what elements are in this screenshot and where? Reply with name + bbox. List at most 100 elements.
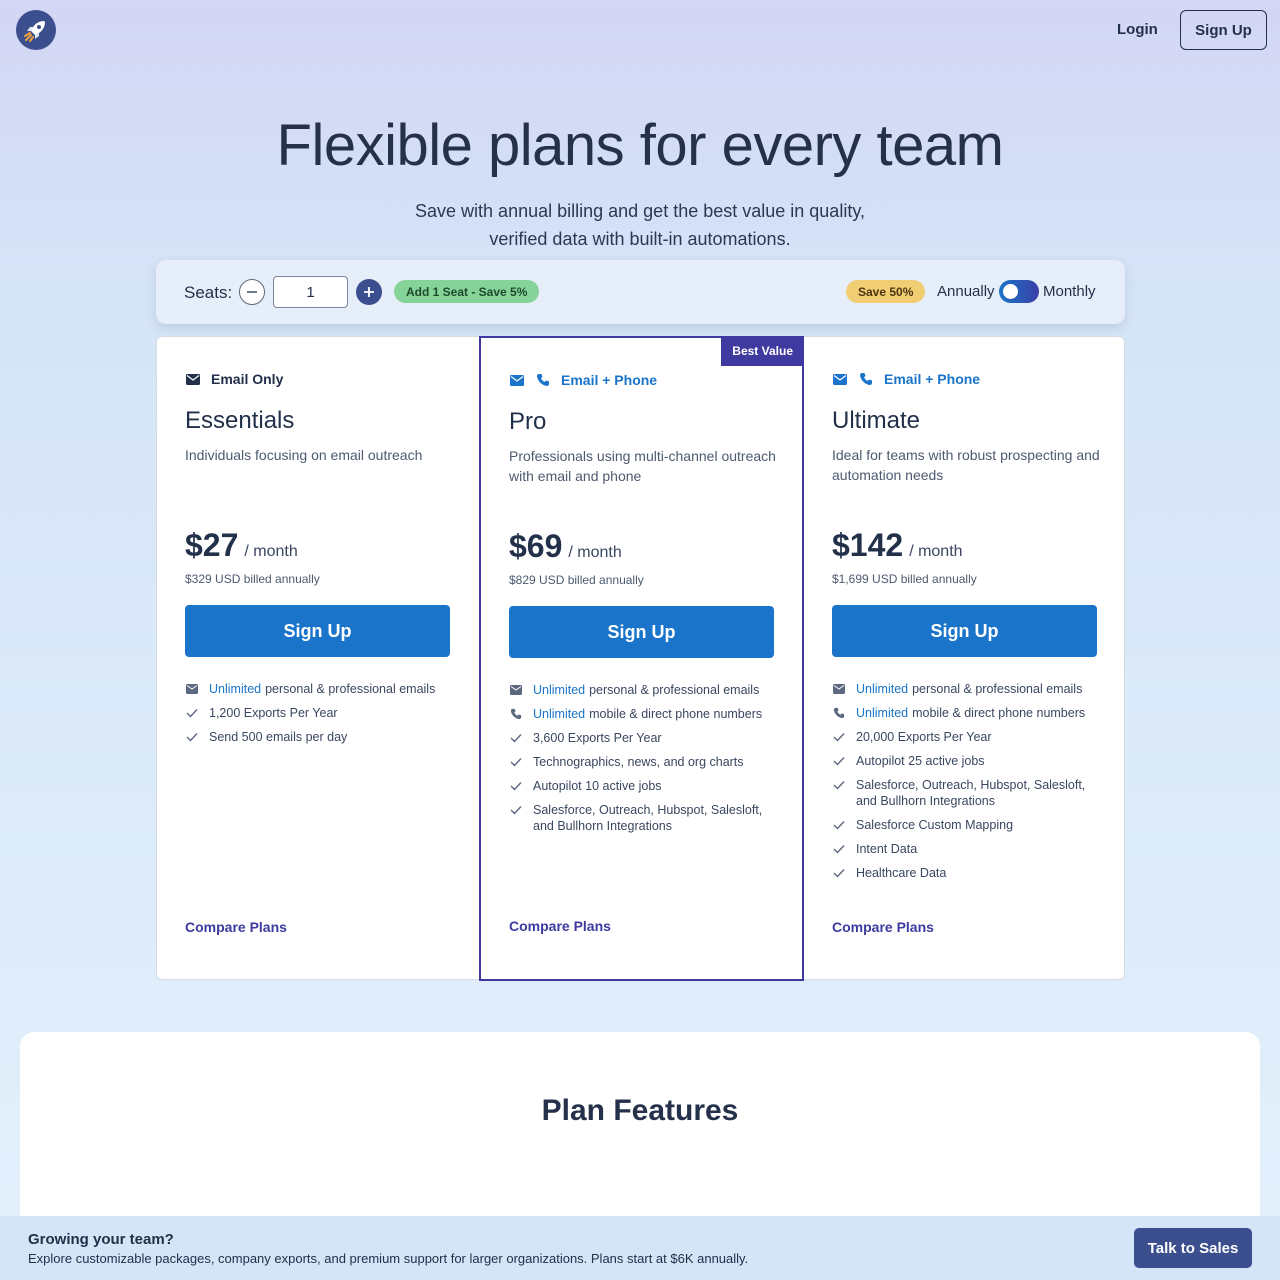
channel-text: Email Only	[211, 371, 284, 387]
price-row: $27 / month	[185, 527, 298, 564]
price: $69	[509, 528, 563, 564]
check-icon	[509, 754, 523, 770]
envelope-icon	[509, 682, 523, 698]
billed-annually: $329 USD billed annually	[185, 572, 320, 586]
feature-item: Healthcare Data	[832, 865, 1102, 881]
plan-name: Pro	[509, 408, 547, 435]
phone-icon	[509, 706, 523, 722]
compare-plans-link[interactable]: Compare Plans	[509, 918, 611, 934]
billing-toggle[interactable]	[999, 280, 1039, 303]
envelope-icon	[185, 371, 201, 387]
feature-text: Intent Data	[856, 842, 918, 856]
envelope-icon	[509, 372, 525, 388]
header-signup-button[interactable]: Sign Up	[1180, 10, 1267, 50]
add-seat-badge[interactable]: Add 1 Seat - Save 5%	[394, 280, 540, 303]
phone-icon	[535, 372, 551, 388]
pro-signup-button[interactable]: Sign Up	[509, 606, 774, 658]
plan-card-essentials: Email Only Essentials Individuals focusi…	[157, 337, 479, 979]
seats-label: Seats:	[184, 283, 233, 302]
check-icon	[509, 802, 523, 818]
annually-label[interactable]: Annually	[937, 283, 995, 300]
ultimate-signup-button[interactable]: Sign Up	[832, 605, 1097, 657]
check-icon	[832, 817, 846, 833]
increase-seats-button[interactable]	[356, 279, 382, 305]
channel-label: Email + Phone	[509, 372, 657, 388]
envelope-icon	[185, 681, 199, 697]
plan-card-ultimate: Email + Phone Ultimate Ideal for teams w…	[804, 337, 1126, 979]
channel-text: Email + Phone	[561, 372, 658, 388]
plan-name: Essentials	[185, 407, 295, 434]
feature-item: Intent Data	[832, 841, 1102, 857]
feature-item: Technographics, news, and org charts	[509, 754, 779, 770]
feature-list: Unlimited personal & professional emails …	[509, 682, 779, 842]
page-title: Flexible plans for every team	[276, 113, 1004, 178]
billed-annually: $1,699 USD billed annually	[832, 572, 977, 586]
banner-title: Growing your team?	[28, 1231, 174, 1248]
feature-text: Autopilot 25 active jobs	[856, 754, 985, 768]
check-icon	[185, 729, 199, 745]
check-icon	[509, 730, 523, 746]
price-row: $69 / month	[509, 528, 622, 565]
plan-description: Individuals focusing on email outreach	[185, 447, 423, 463]
plan-description: Professionals using multi-channel outrea…	[509, 448, 776, 484]
feature-list: Unlimited personal & professional emails …	[185, 681, 455, 753]
feature-text: personal & professional emails	[912, 682, 1083, 696]
feature-item: 1,200 Exports Per Year	[185, 705, 455, 721]
feature-item: Salesforce, Outreach, Hubspot, Salesloft…	[509, 802, 779, 834]
price: $27	[185, 527, 239, 563]
price-period: / month	[909, 543, 963, 560]
check-icon	[832, 865, 846, 881]
pricing-cards: Email Only Essentials Individuals focusi…	[156, 336, 1126, 981]
check-icon	[832, 753, 846, 769]
channel-label: Email Only	[185, 371, 283, 387]
essentials-signup-button[interactable]: Sign Up	[185, 605, 450, 657]
decrease-seats-button[interactable]	[239, 279, 265, 305]
plan-features-title: Plan Features	[541, 1094, 739, 1127]
price-period: / month	[244, 543, 298, 560]
feature-item: Unlimited personal & professional emails	[185, 681, 455, 697]
feature-text: 3,600 Exports Per Year	[533, 731, 662, 745]
feature-item: Autopilot 10 active jobs	[509, 778, 779, 794]
feature-item: 3,600 Exports Per Year	[509, 730, 779, 746]
toggle-knob	[1003, 284, 1018, 299]
feature-text: Technographics, news, and org charts	[533, 755, 744, 769]
check-icon	[509, 778, 523, 794]
feature-item: Salesforce, Outreach, Hubspot, Salesloft…	[832, 777, 1102, 809]
feature-highlight: Unlimited	[856, 706, 909, 720]
feature-text: Salesforce, Outreach, Hubspot, Salesloft…	[533, 803, 763, 833]
compare-plans-link[interactable]: Compare Plans	[832, 919, 934, 935]
feature-text: mobile & direct phone numbers	[589, 707, 763, 721]
feature-text: Healthcare Data	[856, 866, 947, 880]
compare-plans-link[interactable]: Compare Plans	[185, 919, 287, 935]
feature-item: Unlimited mobile & direct phone numbers	[832, 705, 1102, 721]
login-link[interactable]: Login	[1117, 21, 1158, 38]
price: $142	[832, 527, 904, 563]
price-row: $142 / month	[832, 527, 963, 564]
seats-input[interactable]	[273, 276, 348, 308]
billed-annually: $829 USD billed annually	[509, 573, 644, 587]
rocket-logo-icon[interactable]	[16, 10, 56, 50]
feature-list: Unlimited personal & professional emails …	[832, 681, 1102, 889]
feature-item: Unlimited personal & professional emails	[832, 681, 1102, 697]
best-value-badge: Best Value	[721, 336, 804, 366]
feature-text: Autopilot 10 active jobs	[533, 779, 662, 793]
enterprise-banner: Growing your team? Explore customizable …	[0, 1216, 1280, 1280]
plan-card-pro: Best Value Email + Phone Pro Professiona…	[479, 336, 804, 981]
feature-text: Send 500 emails per day	[209, 730, 348, 744]
check-icon	[832, 729, 846, 745]
check-icon	[185, 705, 199, 721]
channel-text: Email + Phone	[884, 371, 981, 387]
feature-text: personal & professional emails	[265, 682, 436, 696]
plus-icon	[364, 287, 374, 297]
monthly-label[interactable]: Monthly	[1043, 283, 1096, 300]
feature-text: Salesforce, Outreach, Hubspot, Salesloft…	[856, 778, 1086, 808]
seats-bar: Seats: Add 1 Seat - Save 5% Save 50% Ann…	[156, 260, 1125, 324]
envelope-icon	[832, 681, 846, 697]
channel-label: Email + Phone	[832, 371, 980, 387]
feature-text: personal & professional emails	[589, 683, 760, 697]
save-badge: Save 50%	[846, 280, 926, 303]
feature-text: mobile & direct phone numbers	[912, 706, 1086, 720]
talk-to-sales-button[interactable]: Talk to Sales	[1134, 1228, 1252, 1268]
feature-item: Send 500 emails per day	[185, 729, 455, 745]
feature-highlight: Unlimited	[209, 682, 262, 696]
